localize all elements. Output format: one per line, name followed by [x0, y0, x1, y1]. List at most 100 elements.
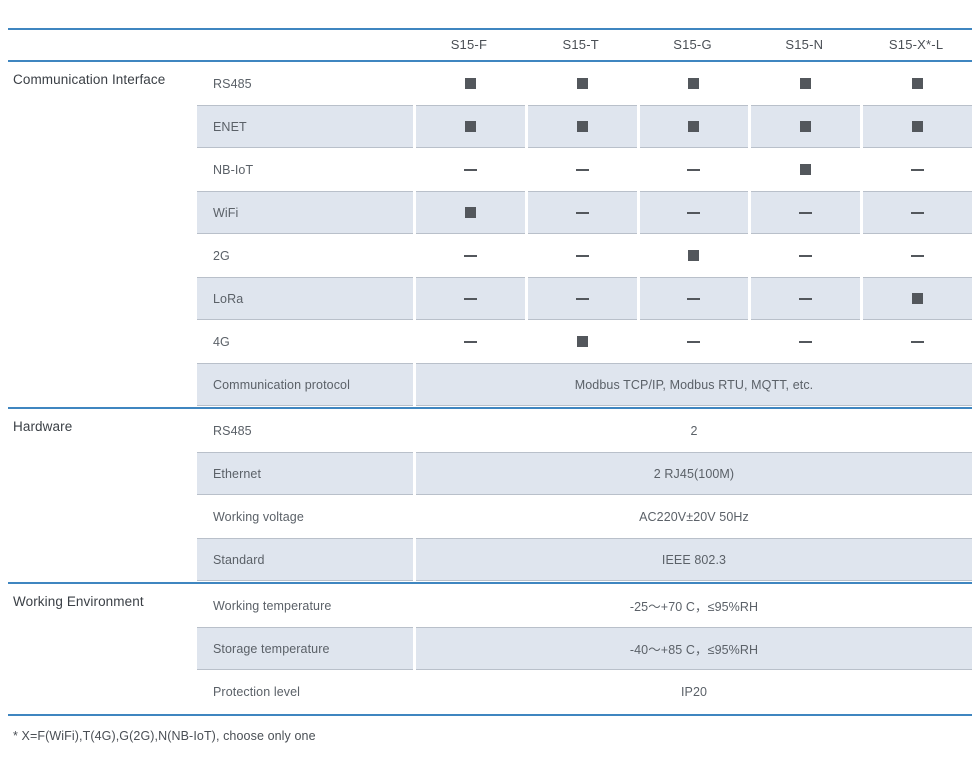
supported-square-icon — [688, 78, 699, 89]
row-label: ENET — [197, 105, 413, 148]
spanning-value: -40～+85 C，≤95%RH — [416, 627, 972, 670]
support-cell-4 — [751, 234, 860, 277]
spanning-value: AC220V±20V 50Hz — [416, 495, 972, 538]
support-cell-5 — [863, 105, 972, 148]
section-rows: RS485ENETNB-IoTWiFi2GLoRa4GCommunication… — [0, 62, 980, 406]
row-values: AC220V±20V 50Hz — [416, 495, 972, 538]
table-row: Ethernet2 RJ45(100M) — [0, 452, 980, 495]
support-cell-3 — [640, 105, 749, 148]
not-supported-dash-icon — [464, 341, 477, 343]
section-2: HardwareRS4852Ethernet2 RJ45(100M)Workin… — [0, 409, 980, 581]
support-cell-3 — [640, 320, 749, 363]
not-supported-dash-icon — [464, 169, 477, 171]
supported-square-icon — [800, 164, 811, 175]
row-values — [416, 148, 972, 191]
support-cell-1 — [416, 320, 525, 363]
footnote: * X=F(WiFi),T(4G),G(2G),N(NB-IoT), choos… — [13, 729, 316, 743]
supported-square-icon — [688, 121, 699, 132]
support-cell-2 — [528, 148, 637, 191]
support-cell-3 — [640, 62, 749, 105]
header-col-4: S15-N — [748, 28, 860, 60]
supported-square-icon — [912, 78, 923, 89]
support-cell-4 — [751, 320, 860, 363]
spanning-value: IP20 — [416, 670, 972, 713]
support-cell-2 — [528, 234, 637, 277]
support-cell-1 — [416, 277, 525, 320]
not-supported-dash-icon — [687, 341, 700, 343]
section-rows: RS4852Ethernet2 RJ45(100M)Working voltag… — [0, 409, 980, 581]
row-label: Communication protocol — [197, 363, 413, 406]
support-cell-1 — [416, 234, 525, 277]
row-values: 2 — [416, 409, 972, 452]
not-supported-dash-icon — [464, 255, 477, 257]
row-values: -40～+85 C，≤95%RH — [416, 627, 972, 670]
row-values — [416, 320, 972, 363]
support-cell-2 — [528, 62, 637, 105]
table-row: RS4852 — [0, 409, 980, 452]
not-supported-dash-icon — [911, 169, 924, 171]
not-supported-dash-icon — [799, 212, 812, 214]
row-label: RS485 — [197, 62, 413, 105]
section-1: Communication InterfaceRS485ENETNB-IoTWi… — [0, 62, 980, 406]
row-values: -25～+70 C，≤95%RH — [416, 584, 972, 627]
row-label: Working temperature — [197, 584, 413, 627]
support-cell-1 — [416, 62, 525, 105]
not-supported-dash-icon — [799, 298, 812, 300]
section-rows: Working temperature-25～+70 C，≤95%RHStora… — [0, 584, 980, 713]
table-row: NB-IoT — [0, 148, 980, 191]
not-supported-dash-icon — [687, 212, 700, 214]
supported-square-icon — [800, 121, 811, 132]
support-cell-5 — [863, 234, 972, 277]
supported-square-icon — [577, 121, 588, 132]
supported-square-icon — [465, 78, 476, 89]
row-label: Standard — [197, 538, 413, 581]
row-label: NB-IoT — [197, 148, 413, 191]
supported-square-icon — [800, 78, 811, 89]
not-supported-dash-icon — [687, 169, 700, 171]
spanning-value: -25～+70 C，≤95%RH — [416, 584, 972, 627]
support-cell-5 — [863, 320, 972, 363]
header-col-5: S15-X*-L — [860, 28, 972, 60]
support-cell-2 — [528, 320, 637, 363]
table-row: 4G — [0, 320, 980, 363]
not-supported-dash-icon — [576, 255, 589, 257]
row-values: IP20 — [416, 670, 972, 713]
row-label: 4G — [197, 320, 413, 363]
not-supported-dash-icon — [911, 341, 924, 343]
table-row: ENET — [0, 105, 980, 148]
supported-square-icon — [577, 336, 588, 347]
support-cell-2 — [528, 277, 637, 320]
not-supported-dash-icon — [799, 341, 812, 343]
support-cell-4 — [751, 277, 860, 320]
row-values — [416, 62, 972, 105]
support-cell-3 — [640, 277, 749, 320]
row-label: Working voltage — [197, 495, 413, 538]
not-supported-dash-icon — [687, 298, 700, 300]
supported-square-icon — [577, 78, 588, 89]
row-values — [416, 105, 972, 148]
row-label: Protection level — [197, 670, 413, 713]
table-row: Working voltageAC220V±20V 50Hz — [0, 495, 980, 538]
support-cell-2 — [528, 191, 637, 234]
row-label: Ethernet — [197, 452, 413, 495]
support-cell-5 — [863, 148, 972, 191]
spanning-value: Modbus TCP/IP, Modbus RTU, MQTT, etc. — [416, 363, 972, 406]
table-row: WiFi — [0, 191, 980, 234]
header-col-1: S15-F — [413, 28, 525, 60]
row-values — [416, 191, 972, 234]
row-label: RS485 — [197, 409, 413, 452]
support-cell-1 — [416, 148, 525, 191]
table-row: Working temperature-25～+70 C，≤95%RH — [0, 584, 980, 627]
support-cell-3 — [640, 148, 749, 191]
support-cell-5 — [863, 277, 972, 320]
not-supported-dash-icon — [911, 255, 924, 257]
table-row: RS485 — [0, 62, 980, 105]
section-3: Working EnvironmentWorking temperature-2… — [0, 584, 980, 713]
not-supported-dash-icon — [464, 298, 477, 300]
support-cell-1 — [416, 105, 525, 148]
specification-table: S15-FS15-TS15-GS15-NS15-X*-L Communicati… — [0, 0, 980, 766]
support-cell-4 — [751, 105, 860, 148]
row-values: Modbus TCP/IP, Modbus RTU, MQTT, etc. — [416, 363, 972, 406]
table-row: Storage temperature-40～+85 C，≤95%RH — [0, 627, 980, 670]
section-divider-rule — [8, 714, 972, 716]
